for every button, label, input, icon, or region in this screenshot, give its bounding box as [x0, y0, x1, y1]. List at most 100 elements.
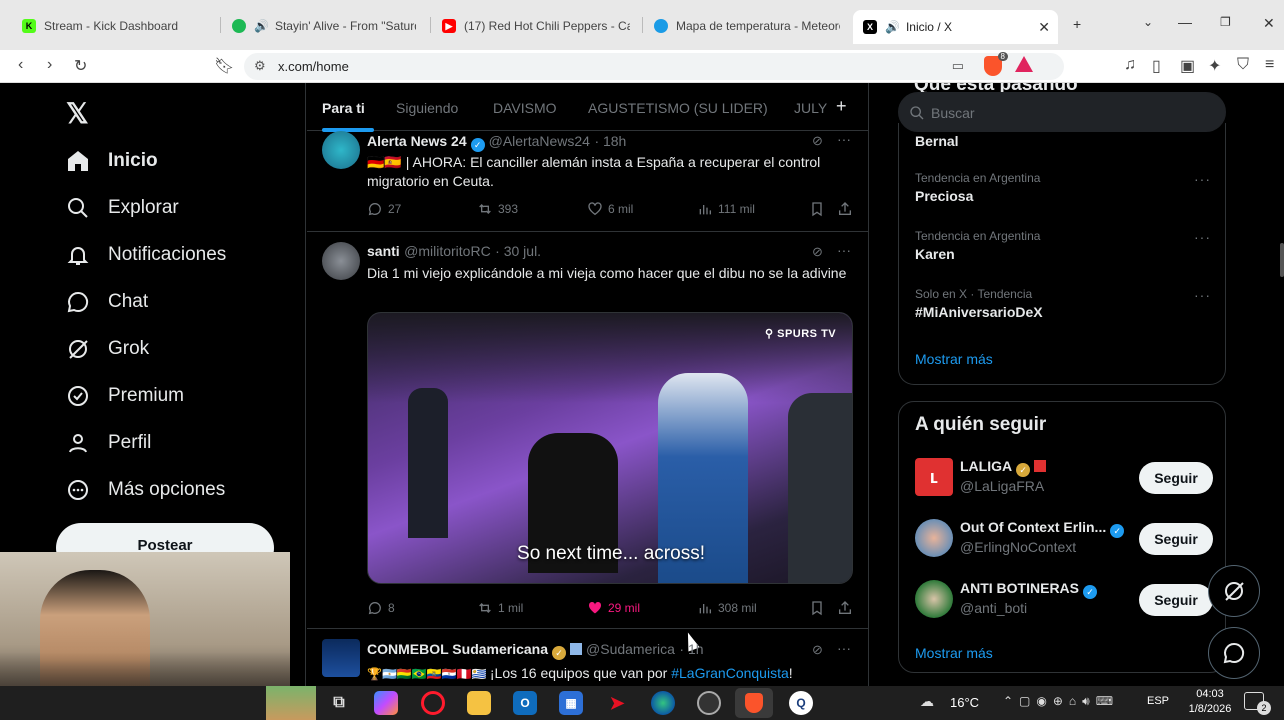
close-tab-icon[interactable]: ✕	[1038, 19, 1050, 36]
follow-button[interactable]: Seguir	[1139, 523, 1213, 555]
repost-button[interactable]: 393	[477, 201, 518, 217]
show-more-follow-link[interactable]: Mostrar más	[915, 645, 993, 661]
grok-icon[interactable]: ⊘	[812, 642, 823, 658]
follow-suggestion[interactable]: ʟ LALIGA ✓ @LaLigaFRA Seguir	[899, 458, 1227, 500]
tab-search-icon[interactable]: ⌄	[1143, 15, 1153, 29]
brave-rewards-icon[interactable]	[1015, 56, 1033, 72]
avatar[interactable]	[322, 131, 360, 169]
add-tab-icon[interactable]: +	[836, 96, 847, 117]
reload-icon[interactable]: ↻	[74, 56, 87, 76]
repost-button[interactable]: 1 mil	[477, 600, 523, 616]
page-scrollbar[interactable]	[1280, 243, 1284, 277]
grok-icon[interactable]: ⊘	[812, 244, 823, 260]
browser-tab-youtube[interactable]: ▶ (17) Red Hot Chili Peppers - Cali	[442, 12, 630, 40]
avatar[interactable]	[915, 580, 953, 618]
tab-siguiendo[interactable]: Siguiendo	[396, 100, 458, 116]
more-options-icon[interactable]: ···	[837, 640, 851, 656]
clock-date[interactable]: 1/8/2026	[1180, 703, 1240, 715]
share-button[interactable]	[837, 201, 858, 217]
tweet[interactable]: santi @militoritoRC · 30 jul. ⊘ ··· Dia …	[307, 232, 869, 652]
follow-button[interactable]: Seguir	[1139, 584, 1213, 616]
outlook-icon[interactable]: O	[513, 691, 537, 715]
sidebar-icon[interactable]: ▯	[1152, 56, 1161, 76]
trend-item[interactable]: Tendencia en Argentina Karen ···	[899, 229, 1227, 262]
minimize-button[interactable]: —	[1178, 14, 1192, 30]
tweet-time[interactable]: · 30 jul.	[495, 243, 541, 259]
author-name[interactable]: Alerta News 24	[367, 133, 467, 149]
browser-tab-meteored[interactable]: Mapa de temperatura - Meteore	[654, 12, 840, 40]
show-more-trends-link[interactable]: Mostrar más	[915, 351, 993, 367]
trend-more-icon[interactable]: ···	[1194, 229, 1211, 245]
nav-profile[interactable]: Perfil	[66, 431, 151, 455]
browser-tab-kick[interactable]: K Stream - Kick Dashboard	[22, 12, 212, 40]
like-button[interactable]: 29 mil	[587, 600, 640, 616]
author-handle[interactable]: @militoritoRC	[404, 243, 491, 259]
trend-more-icon[interactable]: ···	[1194, 287, 1211, 303]
file-explorer-icon[interactable]	[467, 691, 491, 715]
bookmark-icon[interactable]: 🔖︎	[214, 56, 234, 76]
tab-july[interactable]: JULY	[794, 100, 827, 116]
url-field[interactable]: ⚙︎ x.com/home ▭	[244, 53, 1064, 80]
tab-para-ti[interactable]: Para ti	[322, 100, 365, 116]
author-name[interactable]: CONMEBOL Sudamericana	[367, 641, 548, 657]
forward-icon[interactable]: ›	[47, 56, 52, 74]
tweet-video[interactable]: ⚲ SPURS TV So next time... across!	[367, 312, 853, 584]
trend-item[interactable]: Tendencia en Argentina Preciosa ···	[899, 171, 1227, 204]
trend-more-icon[interactable]: ···	[1194, 171, 1211, 187]
nav-explore[interactable]: Explorar	[66, 196, 179, 220]
weather-icon[interactable]: ☁	[920, 693, 934, 710]
brave-shields-icon[interactable]: 8	[984, 52, 1008, 76]
nav-grok[interactable]: Grok	[66, 337, 149, 361]
store-icon[interactable]: ▦	[559, 691, 583, 715]
author-name[interactable]: santi	[367, 243, 400, 259]
bookmark-button[interactable]	[809, 201, 830, 217]
brave-taskbar-button[interactable]	[735, 688, 773, 718]
menu-icon[interactable]: ≡	[1265, 56, 1274, 74]
author-handle[interactable]: @Sudamerica	[586, 641, 675, 657]
share-button[interactable]	[837, 600, 858, 616]
opera-icon[interactable]	[421, 691, 445, 715]
follow-suggestion[interactable]: ANTI BOTINERAS ✓ @anti_boti Seguir	[899, 580, 1227, 622]
task-view-icon[interactable]: ⧉	[327, 691, 351, 715]
notification-center-icon[interactable]: 2	[1244, 692, 1271, 715]
follow-button[interactable]: Seguir	[1139, 462, 1213, 494]
input-language[interactable]: ESP	[1147, 695, 1169, 707]
site-info-icon[interactable]: ⚙︎	[254, 58, 266, 74]
nav-premium[interactable]: Premium	[66, 384, 184, 408]
grok-icon[interactable]: ⊘	[812, 133, 823, 149]
views-button[interactable]: 308 mil	[697, 600, 757, 616]
author-handle[interactable]: @AlertaNews24	[489, 133, 590, 149]
trend-item[interactable]: Bernal	[915, 133, 959, 149]
views-button[interactable]: 111 mil	[697, 201, 755, 217]
cast-icon[interactable]: ▭	[952, 58, 964, 74]
weather-temp[interactable]: 16°C	[950, 695, 979, 710]
new-tab-button[interactable]: +	[1073, 16, 1081, 32]
obs-icon[interactable]	[697, 691, 721, 715]
avatar[interactable]	[322, 242, 360, 280]
avatar[interactable]: ʟ	[915, 458, 953, 496]
reply-button[interactable]: 8	[367, 600, 395, 616]
bookmark-button[interactable]	[809, 600, 830, 616]
tweet-time[interactable]: · 18h	[594, 133, 626, 149]
avatar[interactable]	[322, 639, 360, 677]
back-icon[interactable]: ‹	[18, 56, 23, 74]
nav-home[interactable]: Inicio	[66, 149, 158, 173]
vpn-icon[interactable]: ⛉	[1237, 56, 1249, 74]
restore-button[interactable]: ❐	[1220, 15, 1231, 29]
nav-chat[interactable]: Chat	[66, 290, 148, 314]
follow-suggestion[interactable]: Out Of Context Erlin... ✓ @ErlingNoContex…	[899, 519, 1227, 561]
music-icon[interactable]: ♫	[1124, 56, 1136, 74]
browser-tab-x[interactable]: X 🔊 Inicio / X ✕	[853, 10, 1058, 44]
nav-notifications[interactable]: Notificaciones	[66, 243, 226, 267]
messages-float-button[interactable]	[1208, 627, 1260, 679]
nav-more[interactable]: Más opciones	[66, 478, 225, 502]
app-icon[interactable]: ➤	[605, 691, 629, 715]
system-tray-icons[interactable]: ⌃▢◉⊕⌂🔊︎⌨	[1003, 694, 1119, 709]
reply-button[interactable]: 27	[367, 201, 401, 217]
close-window-button[interactable]: ✕	[1263, 15, 1275, 32]
edge-icon[interactable]	[651, 691, 675, 715]
tweet-time[interactable]: · 1h	[679, 641, 703, 657]
tweet[interactable]: CONMEBOL Sudamericana ✓ @Sudamerica · 1h ⊘…	[307, 629, 869, 686]
grok-float-button[interactable]	[1208, 565, 1260, 617]
more-options-icon[interactable]: ···	[837, 242, 851, 258]
